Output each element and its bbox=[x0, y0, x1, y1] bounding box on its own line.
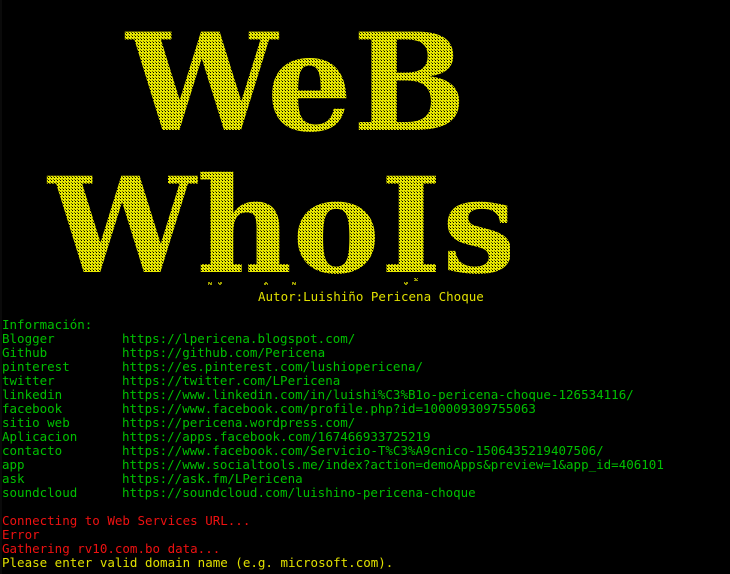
info-key: pinterest bbox=[2, 359, 70, 374]
status-line: Gathering rv10.com.bo data... bbox=[2, 541, 221, 556]
list-item: ask https://ask.fm/LPericena bbox=[2, 472, 664, 486]
list-item: app https://www.socialtools.me/index?acti… bbox=[2, 458, 664, 472]
info-link: https://twitter.com/LPericena bbox=[122, 373, 341, 388]
info-key: facebook bbox=[2, 401, 63, 416]
info-link: https://es.pinterest.com/lushiopericena/ bbox=[122, 359, 424, 374]
info-key: ask bbox=[2, 471, 25, 486]
list-item: pinterest https://es.pinterest.com/lushio… bbox=[2, 360, 664, 374]
banner-line-web: WeB bbox=[124, 3, 467, 162]
list-item: sitio web https://pericena.wordpress.com/ bbox=[2, 416, 664, 430]
info-heading: Información: bbox=[2, 317, 93, 332]
info-key: soundcloud bbox=[2, 485, 78, 500]
info-link: https://apps.facebook.com/16746693372521… bbox=[122, 429, 431, 444]
info-key: contacto bbox=[2, 443, 63, 458]
list-item: Blogger https://lpericena.blogspot.com/ bbox=[2, 332, 664, 346]
info-key: Blogger bbox=[2, 331, 55, 346]
info-list: Blogger https://lpericena.blogspot.com/ G… bbox=[2, 332, 664, 500]
status-line: Error bbox=[2, 527, 40, 542]
list-item: contacto https://www.facebook.com/Servici… bbox=[2, 444, 664, 458]
author-credit: Autor:Luishiño Pericena Choque bbox=[258, 289, 484, 304]
info-link: https://www.linkedin.com/in/luishi%C3%B1… bbox=[122, 387, 634, 402]
info-link: https://ask.fm/LPericena bbox=[122, 471, 303, 486]
list-item: soundcloud https://soundcloud.com/luishin… bbox=[2, 486, 664, 500]
info-key: sitio web bbox=[2, 415, 70, 430]
list-item: facebook https://www.facebook.com/profile… bbox=[2, 402, 664, 416]
list-item: linkedin https://www.linkedin.com/in/luis… bbox=[2, 388, 664, 402]
info-link: https://github.com/Pericena bbox=[122, 345, 326, 360]
input-prompt[interactable]: Please enter valid domain name (e.g. mic… bbox=[2, 556, 393, 570]
banner-line-whois: WhoIs bbox=[46, 149, 510, 300]
info-link: https://www.socialtools.me/index?action=… bbox=[122, 457, 664, 472]
terminal-window: WeB WhoIs Autor:Luishiño Pericena Choque… bbox=[0, 0, 730, 574]
ascii-art-svg: WeB WhoIs bbox=[46, 3, 510, 300]
info-link: https://www.facebook.com/Servicio-T%C3%A… bbox=[122, 443, 604, 458]
info-link: https://pericena.wordpress.com/ bbox=[122, 415, 356, 430]
info-key: app bbox=[2, 457, 25, 472]
banner-text-whois: WhoIs bbox=[46, 149, 510, 300]
status-line: Connecting to Web Services URL... bbox=[2, 513, 251, 528]
ascii-art-banner: WeB WhoIs bbox=[30, 0, 510, 300]
info-key: linkedin bbox=[2, 387, 63, 402]
info-key: Aplicacion bbox=[2, 429, 78, 444]
list-item: twitter https://twitter.com/LPericena bbox=[2, 374, 664, 388]
list-item: Aplicacion https://apps.facebook.com/1674… bbox=[2, 430, 664, 444]
info-key: twitter bbox=[2, 373, 55, 388]
status-log: Connecting to Web Services URL... Error … bbox=[2, 514, 250, 556]
list-item: Github https://github.com/Pericena bbox=[2, 346, 664, 360]
info-link: https://www.facebook.com/profile.php?id=… bbox=[122, 401, 536, 416]
info-link: https://lpericena.blogspot.com/ bbox=[122, 331, 356, 346]
info-key: Github bbox=[2, 345, 48, 360]
banner-text-web: WeB bbox=[124, 3, 467, 162]
info-link: https://soundcloud.com/luishino-pericena… bbox=[122, 485, 476, 500]
